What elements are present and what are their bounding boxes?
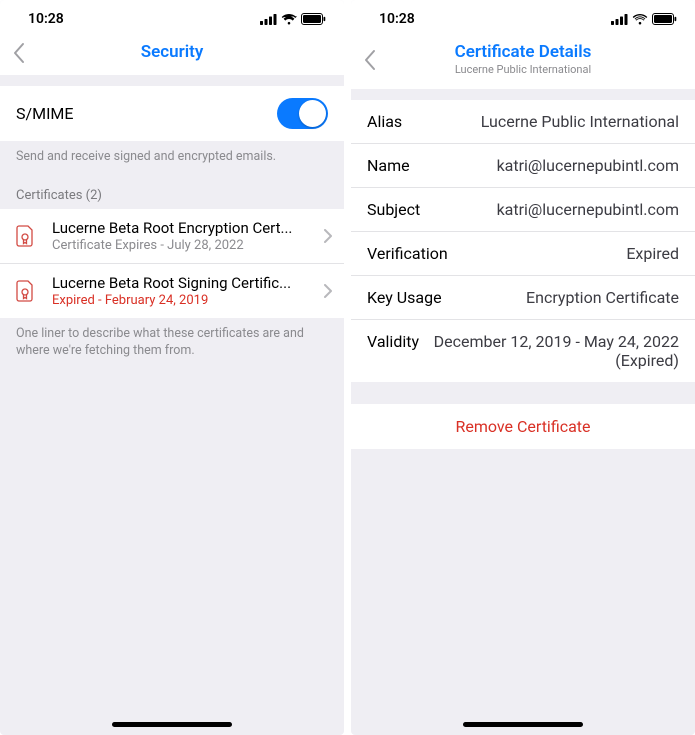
detail-row-verification: Verification Expired <box>351 232 695 276</box>
battery-icon <box>652 13 677 25</box>
certificate-row[interactable]: Lucerne Beta Root Encryption Cert... Cer… <box>0 209 344 264</box>
wifi-icon <box>632 14 648 25</box>
row-value: Expired <box>456 244 679 263</box>
row-value: katri@lucernepubintl.com <box>418 156 679 175</box>
certificate-row[interactable]: Lucerne Beta Root Signing Certific... Ex… <box>0 264 344 318</box>
certificate-subtitle: Certificate Expires - July 28, 2022 <box>52 238 318 253</box>
status-bar: 10:28 <box>0 0 344 32</box>
certificate-details-screen: 10:28 Certificate Details Lucerne Public… <box>351 0 695 735</box>
home-indicator[interactable] <box>112 722 232 727</box>
cellular-icon <box>260 14 277 25</box>
row-value: Lucerne Public International <box>410 112 679 131</box>
page-subtitle: Lucerne Public International <box>365 63 681 76</box>
remove-certificate-button[interactable]: Remove Certificate <box>351 404 695 449</box>
page-title: Security <box>14 42 330 62</box>
chevron-left-icon <box>12 42 25 64</box>
row-label: Verification <box>367 244 448 263</box>
detail-row-name: Name katri@lucernepubintl.com <box>351 144 695 188</box>
status-icons <box>611 13 677 25</box>
detail-row-validity: Validity December 12, 2019 - May 24, 202… <box>351 320 695 382</box>
security-screen: 10:28 Security S/MIME Send and receive s… <box>0 0 344 735</box>
row-label: Key Usage <box>367 288 442 307</box>
row-value: December 12, 2019 - May 24, 2022 (Expire… <box>427 332 679 370</box>
wifi-icon <box>281 14 297 25</box>
smime-label: S/MIME <box>16 104 73 123</box>
detail-row-keyusage: Key Usage Encryption Certificate <box>351 276 695 320</box>
row-label: Name <box>367 156 410 175</box>
chevron-right-icon <box>324 229 332 243</box>
status-bar: 10:28 <box>351 0 695 32</box>
certificate-icon <box>16 280 38 302</box>
certificate-title: Lucerne Beta Root Signing Certific... <box>52 274 318 292</box>
certificate-icon <box>16 225 38 247</box>
battery-icon <box>301 13 326 25</box>
row-label: Alias <box>367 112 402 131</box>
certificates-footer: One liner to describe what these certifi… <box>0 318 344 368</box>
chevron-left-icon <box>363 49 376 71</box>
detail-row-subject: Subject katri@lucernepubintl.com <box>351 188 695 232</box>
certificate-title: Lucerne Beta Root Encryption Cert... <box>52 219 318 237</box>
certificates-header: Certificates (2) <box>0 174 344 209</box>
row-value: katri@lucernepubintl.com <box>428 200 679 219</box>
smime-footer: Send and receive signed and encrypted em… <box>0 141 344 174</box>
back-button[interactable] <box>363 49 376 71</box>
page-title: Certificate Details <box>365 42 681 62</box>
smime-row: S/MIME <box>0 86 344 141</box>
status-time: 10:28 <box>379 11 415 27</box>
smime-toggle[interactable] <box>277 98 328 129</box>
row-value: Encryption Certificate <box>450 288 679 307</box>
certificate-subtitle: Expired - February 24, 2019 <box>52 293 318 308</box>
row-label: Subject <box>367 200 420 219</box>
back-button[interactable] <box>12 42 25 64</box>
chevron-right-icon <box>324 284 332 298</box>
status-icons <box>260 13 326 25</box>
row-label: Validity <box>367 332 419 351</box>
nav-bar: Certificate Details Lucerne Public Inter… <box>351 32 695 89</box>
cellular-icon <box>611 14 628 25</box>
detail-row-alias: Alias Lucerne Public International <box>351 100 695 144</box>
nav-bar: Security <box>0 32 344 75</box>
status-time: 10:28 <box>28 11 64 27</box>
home-indicator[interactable] <box>463 722 583 727</box>
